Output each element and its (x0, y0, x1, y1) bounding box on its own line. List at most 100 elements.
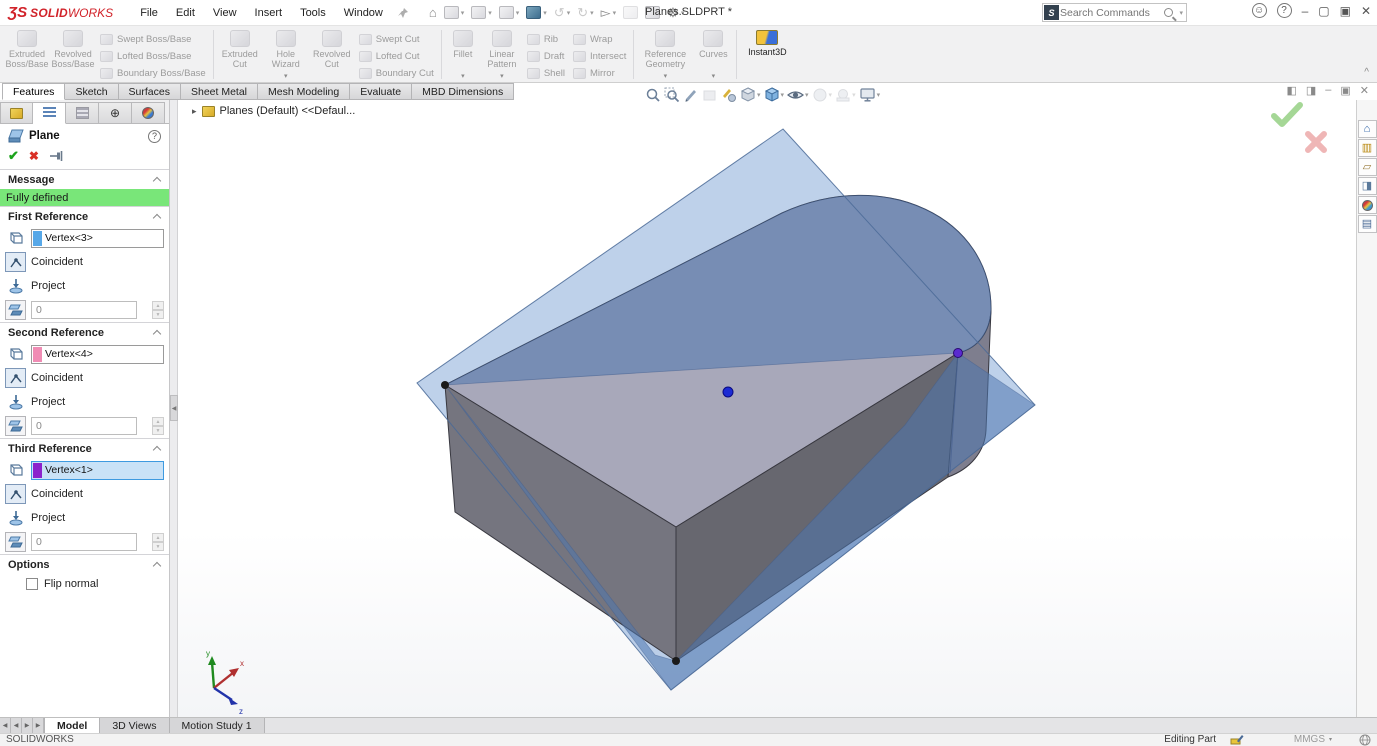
fillet-button[interactable]: Fillet▾ (445, 27, 481, 82)
boundary-boss-button[interactable]: Boundary Boss/Base (96, 65, 210, 82)
shell-button[interactable]: Shell (523, 65, 569, 82)
home-button[interactable]: ⌂ (426, 4, 440, 21)
project-option-button[interactable] (5, 392, 26, 412)
coincident-constraint-button[interactable] (5, 484, 26, 504)
rib-button[interactable]: Rib (523, 31, 569, 48)
project-option-button[interactable] (5, 276, 26, 296)
redo-button[interactable]: ↻▾ (574, 4, 596, 21)
doc-close-button[interactable]: ✕ (1360, 84, 1369, 97)
offset-distance-button[interactable] (5, 300, 26, 320)
offset-distance-button[interactable] (5, 416, 26, 436)
confirm-cancel-icon[interactable] (1304, 130, 1328, 154)
design-library-button[interactable]: ▥ (1358, 139, 1377, 157)
options-section-header[interactable]: Options (0, 554, 169, 574)
propertymanager-tab[interactable] (33, 102, 66, 124)
home-tab-button[interactable]: ⌂ (1358, 120, 1377, 138)
motion-study-tab[interactable]: Motion Study 1 (170, 718, 265, 733)
third-reference-selection[interactable]: Vertex<1> (31, 461, 164, 480)
revolved-boss-button[interactable]: Revolved Boss/Base (50, 27, 96, 82)
flyout-feature-tree[interactable]: ▸ Planes (Default) <<Defaul... (192, 105, 355, 117)
help-icon[interactable]: ? (1277, 3, 1292, 18)
menu-tools[interactable]: Tools (291, 3, 335, 23)
menu-window[interactable]: Window (335, 3, 392, 23)
search-icon[interactable] (1164, 8, 1173, 17)
splitter-handle[interactable]: ◀ (170, 395, 178, 421)
wrap-button[interactable]: Wrap (569, 31, 630, 48)
apply-scene-button[interactable]: ▾ (835, 87, 856, 103)
units-selector[interactable]: MMGS▾ (1294, 734, 1332, 745)
edit-appearance-wizard-button[interactable] (721, 87, 737, 103)
vertex-3-point[interactable] (441, 381, 449, 389)
extruded-cut-button[interactable]: Extruded Cut (217, 27, 263, 82)
select-button[interactable]: ▻▾ (598, 4, 620, 21)
3d-views-tab[interactable]: 3D Views (100, 718, 169, 733)
extruded-boss-button[interactable]: Extruded Boss/Base (4, 27, 50, 82)
project-option-button[interactable] (5, 508, 26, 528)
custom-properties-button[interactable]: ▤ (1358, 215, 1377, 233)
draft-button[interactable]: Draft (523, 48, 569, 65)
new-document-button[interactable]: ▾ (441, 4, 468, 21)
doc-minimize-button[interactable]: – (1325, 84, 1331, 97)
swept-cut-button[interactable]: Swept Cut (355, 31, 438, 48)
tab-mesh-modeling[interactable]: Mesh Modeling (258, 83, 350, 100)
menu-view[interactable]: View (204, 3, 246, 23)
displaymanager-tab[interactable] (132, 102, 165, 124)
flip-normal-checkbox[interactable] (26, 578, 38, 590)
feature-tree-root[interactable]: Planes (Default) <<Defaul... (220, 105, 356, 117)
view-palette-button[interactable]: ◨ (1358, 177, 1377, 195)
appearances-button[interactable] (1358, 196, 1377, 214)
search-commands-box[interactable]: S ▾ (1042, 3, 1187, 22)
first-offset-input[interactable] (31, 301, 137, 319)
reference-geometry-button[interactable]: Reference Geometry▾ (637, 27, 693, 82)
ok-button[interactable]: ✔ (8, 148, 19, 164)
curves-button[interactable]: Curves▾ (693, 27, 733, 82)
pane-split-right-icon[interactable]: ◨ (1306, 84, 1316, 97)
linear-pattern-button[interactable]: Linear Pattern▾ (481, 27, 523, 82)
vertex-1-selected-point[interactable] (954, 349, 963, 358)
menu-edit[interactable]: Edit (167, 3, 204, 23)
plane-midpoint-handle[interactable] (723, 387, 733, 397)
tab-mbd-dimensions[interactable]: MBD Dimensions (412, 83, 514, 100)
featuremanager-tree-tab[interactable] (0, 102, 33, 124)
model-tab[interactable]: Model (44, 718, 100, 733)
close-button[interactable]: ✕ (1361, 4, 1371, 18)
ribbon-collapse-chevron[interactable]: ^ (1364, 67, 1369, 78)
first-offset-spinner[interactable]: ▲▼ (152, 301, 164, 319)
second-offset-spinner[interactable]: ▲▼ (152, 417, 164, 435)
graphics-viewport[interactable]: y x z ▸ Planes (Default) <<Defaul... (178, 100, 1356, 717)
revolved-cut-button[interactable]: Revolved Cut (309, 27, 355, 82)
file-explorer-button[interactable]: ▱ (1358, 158, 1377, 176)
rebuild-button[interactable] (620, 4, 641, 21)
configurationmanager-tab[interactable] (66, 102, 99, 124)
tag-globe-icon[interactable] (1359, 734, 1371, 746)
tab-scroll-prev-button[interactable]: ◀ (11, 718, 22, 733)
cancel-button[interactable]: ✖ (29, 149, 39, 163)
view-settings-button[interactable]: ▾ (859, 87, 881, 103)
message-section-header[interactable]: Message (0, 169, 169, 189)
restore-button[interactable]: ▣ (1340, 4, 1351, 18)
confirm-ok-icon[interactable] (1270, 102, 1304, 128)
zoom-to-fit-button[interactable] (645, 87, 661, 103)
tab-scroll-last-button[interactable]: ▶ (33, 718, 44, 733)
menu-file[interactable]: File (131, 3, 167, 23)
boundary-cut-button[interactable]: Boundary Cut (355, 65, 438, 82)
swept-boss-button[interactable]: Swept Boss/Base (96, 31, 210, 48)
panel-splitter[interactable]: ◀ (170, 100, 178, 717)
tab-features[interactable]: Features (2, 83, 65, 100)
coincident-constraint-button[interactable] (5, 368, 26, 388)
offset-distance-button[interactable] (5, 532, 26, 552)
login-icon[interactable]: ☺ (1252, 3, 1267, 18)
undo-button[interactable]: ↺▾ (551, 4, 573, 21)
second-offset-input[interactable] (31, 417, 137, 435)
second-reference-header[interactable]: Second Reference (0, 322, 169, 342)
tree-expand-icon[interactable]: ▸ (192, 106, 197, 117)
hole-wizard-button[interactable]: Hole Wizard▾ (263, 27, 309, 82)
third-reference-header[interactable]: Third Reference (0, 438, 169, 458)
tab-surfaces[interactable]: Surfaces (119, 83, 181, 100)
mirror-button[interactable]: Mirror (569, 65, 630, 82)
dimxpertmanager-tab[interactable]: ⊕ (99, 102, 132, 124)
menu-pin-icon[interactable] (396, 6, 410, 20)
keep-visible-pin-icon[interactable] (49, 150, 63, 162)
first-reference-header[interactable]: First Reference (0, 206, 169, 226)
maximize-button[interactable]: ▢ (1318, 4, 1329, 18)
